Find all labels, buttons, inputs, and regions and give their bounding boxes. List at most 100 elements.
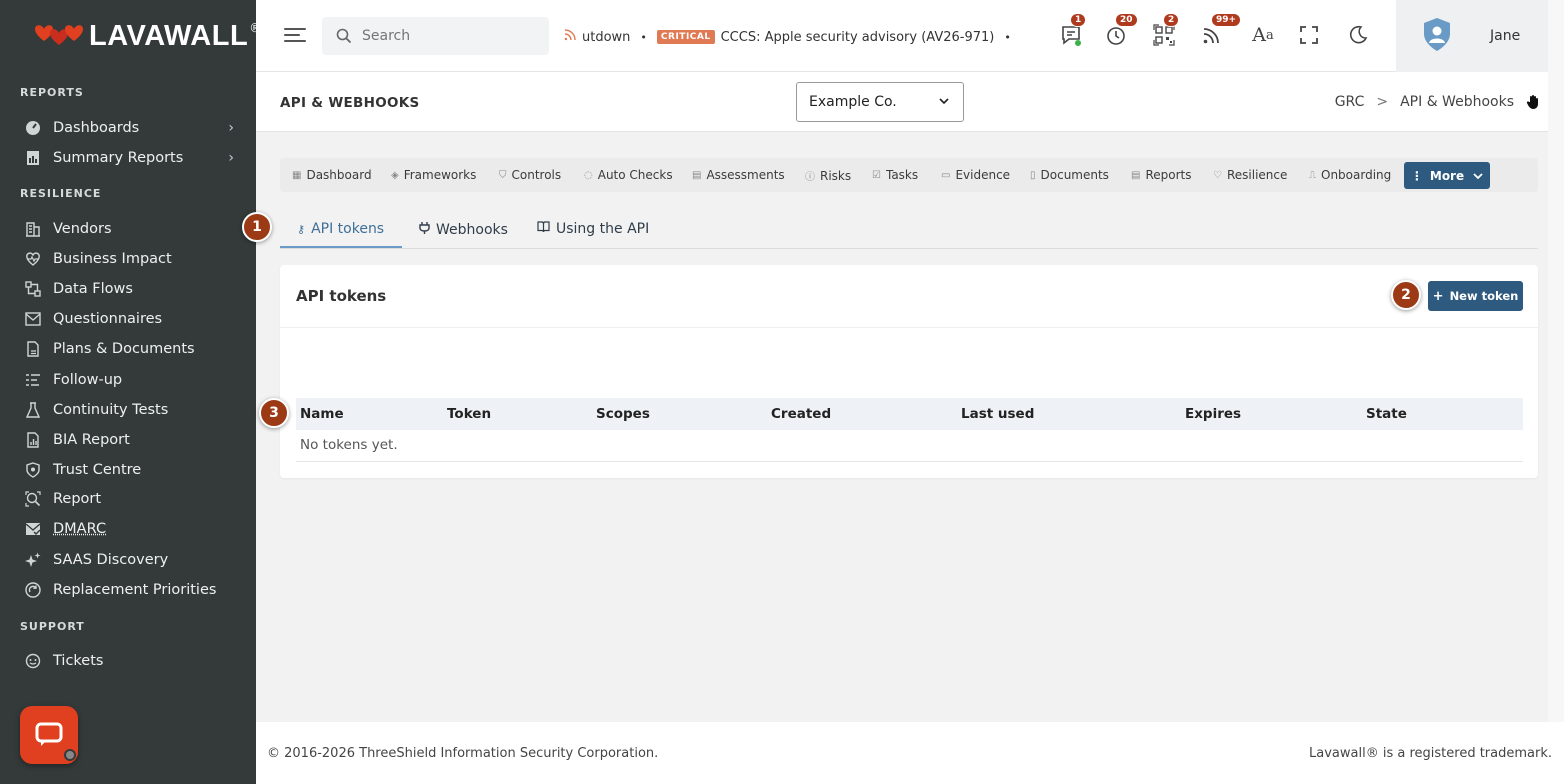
- timer-icon[interactable]: 20: [1103, 13, 1138, 48]
- breadcrumb-item-current: API & Webhooks: [1400, 94, 1514, 110]
- tab-frameworks[interactable]: ◈ Frameworks: [391, 168, 476, 182]
- tab-risks[interactable]: ⓘ Risks: [805, 168, 851, 184]
- tab-label: Documents: [1040, 168, 1109, 182]
- sidebar-item-tickets[interactable]: Tickets: [24, 648, 236, 674]
- tab-label: Using the API: [556, 221, 650, 237]
- sidebar-item-summary-reports[interactable]: Summary Reports ›: [24, 145, 236, 171]
- search-input[interactable]: [362, 28, 532, 44]
- step-marker-2: 2: [1391, 280, 1421, 310]
- scrollbar[interactable]: [1548, 0, 1564, 722]
- sidebar-item-continuity-tests[interactable]: Continuity Tests: [24, 397, 236, 423]
- sidebar-item-follow-up[interactable]: Follow-up: [24, 367, 236, 393]
- column-header-created[interactable]: Created: [771, 406, 831, 422]
- brand-registered-mark: ®: [249, 21, 256, 35]
- sidebar-item-bia-report[interactable]: BIA Report: [24, 427, 236, 453]
- more-button-label: More: [1429, 168, 1465, 183]
- report-icon: ▤: [1131, 169, 1141, 181]
- company-select[interactable]: Example Co.: [796, 82, 964, 122]
- footer: © 2016-2026 ThreeShield Information Secu…: [256, 722, 1564, 784]
- sidebar-item-saas-discovery[interactable]: SAAS Discovery: [24, 547, 236, 573]
- feeds-badge: 99+: [1211, 13, 1242, 27]
- priority-icon: [24, 581, 42, 599]
- sidebar-item-vendors[interactable]: Vendors: [24, 216, 236, 242]
- tab-auto-checks[interactable]: ◌ Auto Checks: [584, 168, 673, 182]
- chat-status-dot: [64, 749, 76, 761]
- auto-check-icon: ◌: [584, 169, 593, 181]
- tab-reports[interactable]: ▤ Reports: [1131, 168, 1191, 182]
- more-button[interactable]: ⋮ More: [1404, 162, 1490, 189]
- sidebar-item-trust-centre[interactable]: Trust Centre: [24, 457, 236, 483]
- tab-label: Tasks: [885, 168, 919, 182]
- qr-code-icon[interactable]: 2: [1151, 13, 1180, 48]
- logo-mark-icon: [35, 25, 83, 45]
- tab-api-tokens[interactable]: ⚷ API tokens: [297, 221, 384, 237]
- ticker-prev-text: utdown: [582, 29, 631, 45]
- section-support: SUPPORT: [20, 620, 85, 633]
- messages-badge: 1: [1070, 13, 1087, 27]
- sidebar-item-business-impact[interactable]: Business Impact: [24, 246, 236, 272]
- column-header-expires[interactable]: Expires: [1185, 406, 1241, 422]
- bar-report-icon: [24, 431, 42, 449]
- sidebar-item-report[interactable]: Report: [24, 486, 236, 512]
- column-header-state[interactable]: State: [1366, 406, 1407, 422]
- heart-pulse-icon: [24, 250, 42, 268]
- logo[interactable]: LAVAWALL ®: [32, 18, 256, 54]
- sidebar-item-data-flows[interactable]: Data Flows: [24, 276, 236, 302]
- sidebar-item-replacement-priorities[interactable]: Replacement Priorities: [24, 577, 236, 603]
- tab-label: Webhooks: [436, 221, 508, 238]
- flow-icon: [24, 280, 42, 298]
- search-box[interactable]: [322, 17, 549, 55]
- page-title: API & WEBHOOKS: [280, 95, 420, 111]
- ticker-separator: •: [1004, 30, 1011, 44]
- column-header-name[interactable]: Name: [300, 406, 344, 422]
- chat-bubble-icon: [35, 722, 63, 746]
- column-header-last-used[interactable]: Last used: [961, 406, 1034, 422]
- tab-webhooks[interactable]: Webhooks: [419, 221, 508, 238]
- key-icon: ⚷: [297, 222, 306, 236]
- tab-documents[interactable]: ▯ Documents: [1030, 168, 1109, 182]
- tab-using-the-api[interactable]: Using the API: [537, 221, 649, 237]
- breadcrumb-separator: >: [1376, 94, 1389, 110]
- hand-cursor-icon: [1526, 94, 1540, 114]
- tab-label: Evidence: [955, 168, 1011, 182]
- avatar: [1424, 18, 1450, 51]
- search-report-icon: [24, 490, 42, 508]
- ticker-item-text[interactable]: CCCS: Apple security advisory (AV26-971): [721, 30, 995, 45]
- sidebar-item-plans-documents[interactable]: Plans & Documents: [24, 336, 236, 362]
- copyright-text: © 2016-2026 ThreeShield Information Secu…: [267, 746, 659, 761]
- layers-icon: ◈: [391, 169, 399, 181]
- sidebar-item-label: Plans & Documents: [53, 341, 195, 357]
- sidebar-item-label: Follow-up: [53, 372, 123, 388]
- docs-icon: ▯: [1030, 169, 1036, 181]
- feeds-icon[interactable]: 99+: [1199, 13, 1242, 48]
- api-tokens-card: API tokens + New token Name Token Scopes…: [280, 265, 1538, 478]
- sidebar-item-dashboards[interactable]: Dashboards ›: [24, 115, 236, 141]
- font-size-icon[interactable]: Aa: [1248, 22, 1278, 48]
- dark-mode-moon-icon[interactable]: [1345, 22, 1371, 48]
- tab-resilience[interactable]: ♡ Resilience: [1213, 168, 1287, 182]
- tab-controls[interactable]: ⛉ Controls: [499, 168, 561, 182]
- tab-assessments[interactable]: ▤ Assessments: [692, 168, 785, 182]
- tab-evidence[interactable]: ▭ Evidence: [941, 168, 1010, 182]
- tab-tasks[interactable]: ☑ Tasks: [872, 168, 918, 182]
- sidebar: LAVAWALL ® REPORTS Dashboards › Summary R…: [0, 0, 256, 784]
- empty-state-text: No tokens yet.: [300, 437, 398, 453]
- column-header-token[interactable]: Token: [447, 406, 491, 422]
- sidebar-item-questionnaires[interactable]: Questionnaires: [24, 306, 236, 332]
- user-menu[interactable]: Jane: [1396, 0, 1564, 72]
- tab-onboarding[interactable]: ⎍ Onboarding: [1309, 168, 1391, 182]
- news-ticker[interactable]: utdown • CRITICAL CCCS: Apple security a…: [564, 26, 1034, 48]
- fullscreen-icon[interactable]: [1296, 22, 1322, 48]
- menu-toggle-icon[interactable]: [284, 26, 306, 44]
- column-header-scopes[interactable]: Scopes: [596, 406, 650, 422]
- book-icon: [537, 221, 550, 237]
- company-select-value: Example Co.: [809, 94, 897, 110]
- breadcrumb-item-grc[interactable]: GRC: [1335, 94, 1365, 110]
- sidebar-item-dmarc[interactable]: DMARC: [24, 516, 236, 542]
- messages-icon[interactable]: 1: [1058, 13, 1087, 48]
- tab-label: Auto Checks: [597, 168, 673, 182]
- new-token-button[interactable]: + New token: [1428, 281, 1523, 311]
- tab-dashboard[interactable]: ▦ Dashboard: [292, 168, 372, 182]
- tab-label: Onboarding: [1321, 168, 1392, 182]
- chevron-right-icon: ›: [228, 150, 234, 166]
